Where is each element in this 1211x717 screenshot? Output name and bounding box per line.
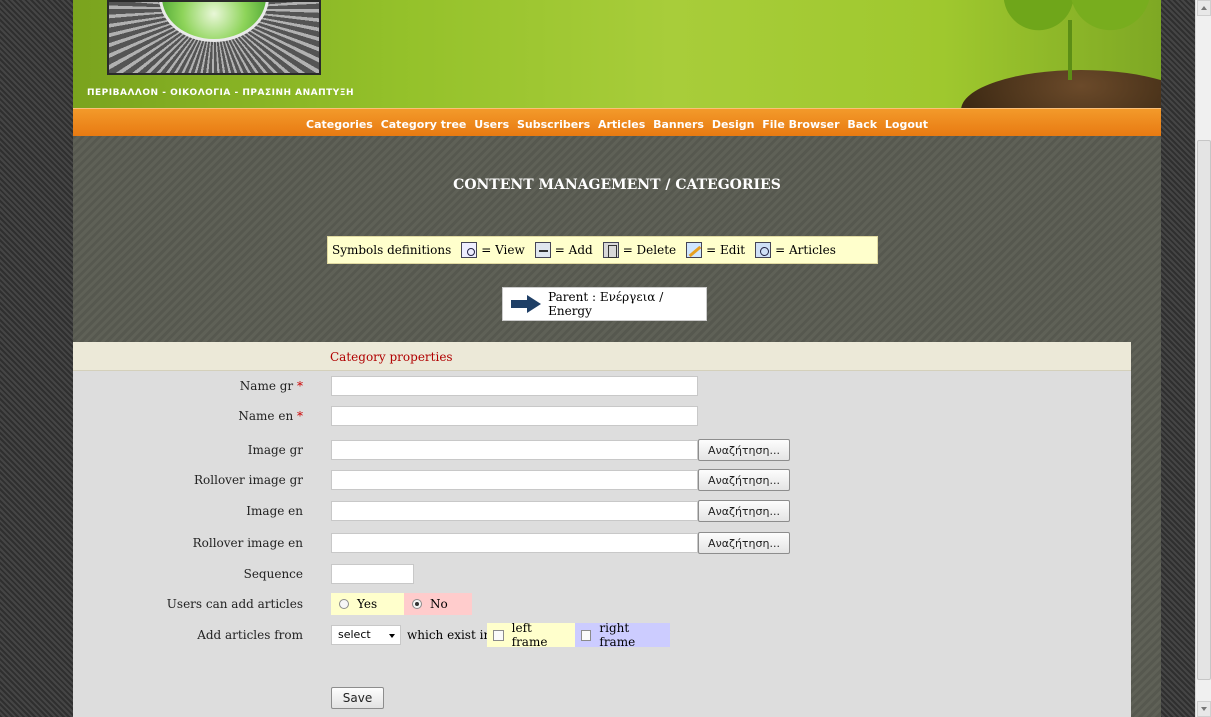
row-name-en: Name en * [73, 406, 1131, 428]
rollover-en-browse-button[interactable]: Αναζήτηση... [698, 532, 790, 554]
row-users-add: Users can add articles Yes No [73, 593, 1131, 616]
sequence-label: Sequence [243, 567, 303, 581]
radio-yes-label: Yes [357, 597, 378, 611]
arrow-right-icon [511, 295, 541, 313]
nav-banners[interactable]: Banners [653, 118, 704, 131]
row-rollover-gr: Rollover image gr Αναζήτηση... [73, 469, 1131, 492]
symbol-add-text: = Add [554, 243, 593, 257]
page-container: ΠΕΡΙΒΑΛΛΟΝ - ΟΙΚΟΛΟΓΙΑ - ΠΡΑΣΙΝΗ ΑΝΑΠΤΥΞ… [73, 0, 1161, 717]
right-frame-checkbox[interactable] [581, 629, 592, 641]
nav-subscribers[interactable]: Subscribers [517, 118, 590, 131]
view-icon [461, 242, 478, 258]
nav-articles[interactable]: Articles [598, 118, 645, 131]
symbols-legend: Symbols definitions = View = Add = Delet… [327, 236, 878, 264]
left-frame-label: left frame [511, 621, 548, 649]
page-title: CONTENT MANAGEMENT / CATEGORIES [453, 177, 781, 193]
radio-yes[interactable] [339, 599, 349, 609]
name-en-input[interactable] [331, 406, 698, 426]
name-gr-label-text: Name gr [239, 379, 294, 393]
vertical-scrollbar[interactable] [1195, 0, 1211, 717]
radio-no-option[interactable]: No [404, 593, 472, 615]
symbol-delete-text: = Delete [622, 243, 677, 257]
nav-category-tree[interactable]: Category tree [381, 118, 467, 131]
rollover-en-label: Rollover image en [192, 536, 303, 550]
image-gr-input[interactable] [331, 440, 698, 460]
symbol-articles-text: = Articles [775, 243, 836, 257]
rollover-gr-label: Rollover image gr [194, 473, 303, 487]
scroll-down-icon[interactable] [1197, 701, 1211, 717]
row-add-from: Add articles from select which exist in … [73, 621, 1131, 649]
image-en-input[interactable] [331, 501, 698, 521]
row-rollover-en: Rollover image en Αναζήτηση... [73, 532, 1131, 555]
stem-graphic [1068, 20, 1072, 80]
save-button[interactable]: Save [331, 687, 384, 709]
nav-back[interactable]: Back [847, 118, 877, 131]
delete-icon [602, 242, 619, 258]
symbol-edit-text: = Edit [706, 243, 746, 257]
right-frame-label: right frame [599, 621, 636, 649]
left-frame-checkbox[interactable] [493, 629, 504, 641]
row-sequence: Sequence [73, 564, 1131, 586]
left-frame-option[interactable]: left frame [487, 621, 575, 649]
parent-breadcrumb[interactable]: Parent : Ενέργεια / Energy [502, 287, 707, 321]
sprout-graphic [961, 0, 1161, 108]
image-en-label: Image en [246, 504, 303, 518]
name-gr-label: Name gr * [240, 379, 303, 393]
rollover-gr-browse-button[interactable]: Αναζήτηση... [698, 469, 790, 491]
leaf-graphic-right [1070, 0, 1156, 36]
right-frame-option[interactable]: right frame [575, 621, 670, 649]
main-nav: Categories Category tree Users Subscribe… [73, 108, 1161, 136]
edit-icon [686, 242, 703, 258]
nav-logout[interactable]: Logout [885, 118, 928, 131]
image-en-browse-button[interactable]: Αναζήτηση... [698, 500, 790, 522]
leaf-graphic-left [998, 0, 1074, 36]
site-tagline: ΠΕΡΙΒΑΛΛΟΝ - ΟΙΚΟΛΟΓΙΑ - ΠΡΑΣΙΝΗ ΑΝΑΠΤΥΞ… [87, 88, 355, 98]
add-icon [534, 242, 551, 258]
radio-no[interactable] [412, 599, 422, 609]
symbols-label: Symbols definitions [332, 243, 452, 257]
nav-design[interactable]: Design [712, 118, 755, 131]
which-exist-label: which exist in [407, 628, 492, 642]
row-name-gr: Name gr * [73, 376, 1131, 398]
radio-yes-option[interactable]: Yes [331, 593, 404, 615]
nav-users[interactable]: Users [474, 118, 509, 131]
nav-categories[interactable]: Categories [306, 118, 373, 131]
add-from-select-value: select [338, 628, 371, 641]
radio-no-label: No [430, 597, 448, 611]
required-mark: * [297, 409, 303, 423]
site-header: ΠΕΡΙΒΑΛΛΟΝ - ΟΙΚΟΛΟΓΙΑ - ΠΡΑΣΙΝΗ ΑΝΑΠΤΥΞ… [73, 0, 1161, 108]
add-from-select[interactable]: select [331, 625, 401, 645]
users-add-label: Users can add articles [166, 597, 303, 611]
name-gr-input[interactable] [331, 376, 698, 396]
symbol-view-text: = View [481, 243, 525, 257]
nav-file-browser[interactable]: File Browser [762, 118, 839, 131]
name-en-label-text: Name en [238, 409, 294, 423]
scroll-thumb[interactable] [1197, 140, 1211, 680]
sequence-input[interactable] [331, 564, 414, 584]
soil-graphic [961, 70, 1161, 108]
parent-label: Parent : Ενέργεια / Energy [548, 290, 664, 318]
name-en-label: Name en * [238, 409, 303, 423]
image-gr-label: Image gr [247, 443, 303, 457]
add-from-label: Add articles from [197, 628, 303, 642]
logo [107, 0, 321, 75]
image-gr-browse-button[interactable]: Αναζήτηση... [698, 439, 790, 461]
row-image-en: Image en Αναζήτηση... [73, 500, 1131, 523]
form-section-title: Category properties [73, 342, 1131, 371]
rollover-en-input[interactable] [331, 533, 698, 553]
rollover-gr-input[interactable] [331, 470, 698, 490]
required-mark: * [297, 379, 303, 393]
row-image-gr: Image gr Αναζήτηση... [73, 439, 1131, 462]
scroll-up-icon[interactable] [1197, 0, 1211, 16]
chevron-down-icon [389, 634, 395, 638]
articles-icon [755, 242, 772, 258]
category-form: Category properties Name gr * Name en * … [73, 342, 1131, 717]
